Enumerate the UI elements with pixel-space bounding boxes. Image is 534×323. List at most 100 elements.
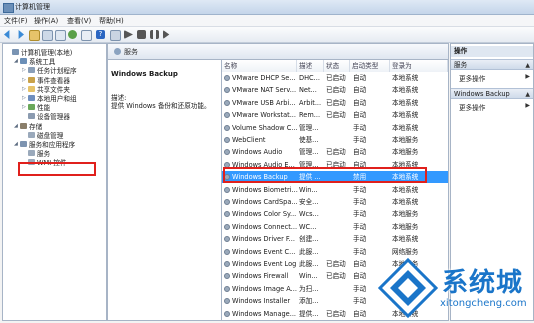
table-row[interactable]: Windows Biometri... Win... 手动 本地系统	[222, 184, 448, 196]
table-cell: 自动	[353, 111, 367, 120]
tree-node-icon	[28, 113, 35, 120]
submenu-arrow-icon: ▶	[525, 102, 530, 109]
table-cell: Windows Backup	[232, 173, 288, 182]
table-cell: 手动	[353, 185, 367, 194]
table-cell: 手动	[353, 210, 367, 219]
table-cell: 手动	[353, 123, 367, 132]
more-actions-link-1[interactable]: 更多操作	[459, 73, 485, 83]
actions-section-selected[interactable]: Windows Backup ▲	[451, 88, 533, 99]
restart-service-icon[interactable]	[163, 30, 170, 39]
forward-icon[interactable]	[18, 30, 24, 39]
table-cell: 手动	[353, 136, 367, 144]
expand-arrow-icon[interactable]: ▷	[22, 104, 27, 110]
stop-service-icon[interactable]	[137, 30, 146, 39]
menu-action[interactable]: 操作(A)	[34, 16, 58, 26]
expand-arrow-icon[interactable]: ▷	[22, 95, 27, 101]
table-cell: VMware DHCP Se...	[232, 74, 296, 82]
table-cell: Windows Firewall	[232, 272, 289, 281]
table-row[interactable]: VMware Workstat... Rem... 已启动 自动 本地系统	[222, 109, 448, 121]
menu-file[interactable]: 文件(F)	[4, 16, 28, 26]
table-cell: 禁用	[353, 173, 367, 182]
table-cell: 本地服务	[392, 222, 419, 231]
collapse-arrow-icon[interactable]: ▲	[525, 60, 530, 71]
expand-arrow-icon[interactable]: ▷	[22, 67, 27, 73]
table-row[interactable]: WebClient 使基... 手动 本地服务	[222, 134, 448, 146]
tree-node-icon	[28, 104, 35, 111]
service-gear-icon	[224, 199, 230, 205]
table-row[interactable]: Windows Driver F... 创建... 手动 本地系统	[222, 233, 448, 245]
table-cell: Net...	[299, 86, 317, 95]
actions-section-services[interactable]: 服务 ▲	[451, 59, 533, 70]
table-row[interactable]: Windows Color Sy... Wcs... 手动 本地服务	[222, 208, 448, 220]
start-service-icon[interactable]	[124, 30, 133, 39]
table-cell: 已启动	[326, 160, 346, 169]
expand-arrow-icon[interactable]: ▷	[22, 86, 27, 92]
table-cell: 管理...	[299, 123, 319, 132]
menu-help[interactable]: 帮助(H)	[99, 16, 124, 26]
service-gear-icon	[224, 298, 230, 305]
table-row[interactable]: Windows CardSpa... 安全... 手动 本地系统	[222, 196, 448, 208]
table-cell: 提供...	[299, 309, 319, 318]
up-folder-icon[interactable]	[29, 30, 40, 41]
show-tree-icon[interactable]	[42, 30, 53, 41]
table-row[interactable]: Windows Audio 管理... 已启动 自动 本地服务	[222, 146, 448, 158]
table-cell: 已启动	[326, 272, 346, 281]
service-gear-icon	[224, 112, 230, 119]
column-header[interactable]: 启动类型	[350, 60, 390, 72]
table-row[interactable]: Volume Shadow C... 管理... 手动 本地系统	[222, 122, 448, 134]
more-actions-link-2[interactable]: 更多操作	[459, 102, 485, 112]
column-header[interactable]: 登录为	[390, 60, 448, 72]
refresh-icon[interactable]	[68, 30, 77, 39]
tree-item-label: WMI 控件	[37, 159, 67, 168]
table-row[interactable]: Windows Audio E... 管理... 已启动 自动 本地系统	[222, 159, 448, 171]
services-header: 服务	[107, 43, 449, 60]
back-icon[interactable]	[4, 30, 10, 39]
table-cell: 本地系统	[392, 111, 419, 120]
service-gear-icon	[224, 310, 230, 317]
table-cell: 添加...	[299, 297, 319, 306]
table-cell: Arbit...	[299, 98, 322, 107]
export-icon[interactable]	[81, 30, 92, 41]
table-row[interactable]: Windows Backup 提供 ... 禁用 本地系统	[222, 171, 448, 184]
expand-arrow-icon[interactable]: ▷	[22, 77, 27, 83]
table-cell: 为扫...	[299, 284, 319, 293]
pause-service-icon[interactable]	[150, 30, 159, 39]
help-icon[interactable]: ?	[96, 30, 105, 39]
table-cell: 自动	[353, 98, 367, 107]
expand-arrow-icon[interactable]: ◢	[14, 141, 19, 147]
watermark-logo-icon	[378, 258, 438, 318]
column-header[interactable]: 名称	[222, 60, 297, 72]
service-gear-icon	[224, 137, 230, 143]
title-bar: 计算机管理	[0, 0, 534, 15]
menu-view[interactable]: 查看(V)	[67, 16, 91, 26]
service-gear-icon	[224, 124, 230, 131]
tree-node-icon	[28, 67, 35, 74]
collapse-arrow-icon[interactable]: ▲	[525, 89, 530, 100]
expand-arrow-icon[interactable]: ◢	[14, 58, 19, 64]
table-cell: 创建...	[299, 235, 319, 244]
table-cell: Windows Audio	[232, 148, 283, 157]
table-cell: 已启动	[326, 309, 346, 318]
table-row[interactable]: Windows Connect... WC... 手动 本地服务	[222, 221, 448, 233]
table-cell: 本地系统	[392, 185, 419, 194]
tree-item[interactable]: WMI 控件	[22, 157, 66, 167]
table-cell: Windows Color Sy...	[232, 210, 297, 219]
service-detail-panel: Windows Backup 描述: 提供 Windows 备份和还原功能。	[107, 59, 222, 321]
view-icon[interactable]	[110, 30, 121, 41]
table-cell: 提供 ...	[299, 173, 321, 182]
table-cell: VMware Workstat...	[232, 111, 296, 120]
column-header[interactable]: 状态	[324, 60, 350, 72]
expand-arrow-icon[interactable]: ◢	[14, 123, 19, 129]
table-row[interactable]: VMware USB Arbi... Arbit... 已启动 自动 本地系统	[222, 97, 448, 109]
properties-icon[interactable]	[55, 30, 66, 41]
window-title: 计算机管理	[15, 3, 50, 11]
service-gear-icon	[224, 236, 230, 243]
service-gear-icon	[224, 211, 230, 218]
tree-node-icon	[12, 49, 19, 55]
column-header[interactable]: 描述	[297, 60, 324, 72]
table-row[interactable]: VMware DHCP Se... DHC... 已启动 自动 本地系统	[222, 72, 448, 84]
service-gear-icon	[224, 87, 230, 94]
table-cell: 管理...	[299, 160, 319, 169]
table-cell: Windows Installer	[232, 297, 291, 306]
table-row[interactable]: VMware NAT Serv... Net... 已启动 自动 本地系统	[222, 84, 448, 96]
